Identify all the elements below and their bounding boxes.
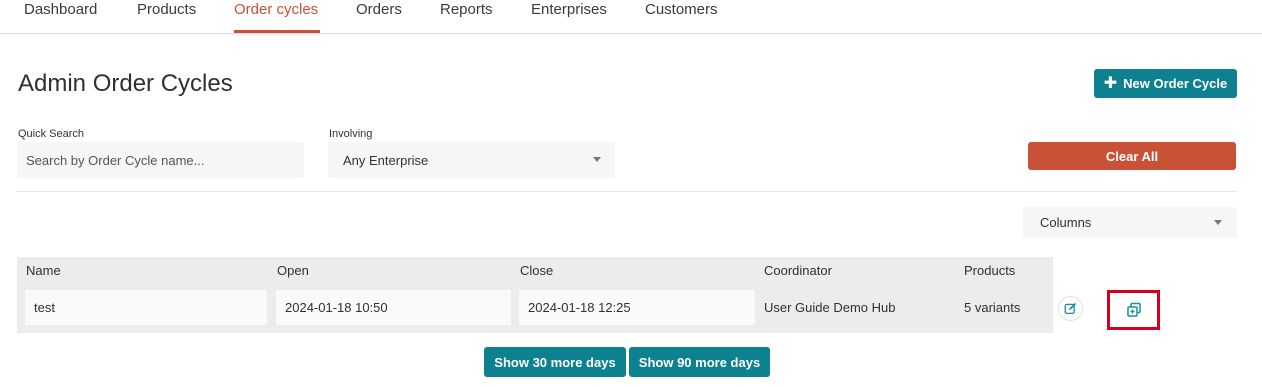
column-header-name: Name	[26, 263, 61, 278]
tab-enterprises[interactable]: Enterprises	[531, 1, 607, 18]
tab-orders[interactable]: Orders	[356, 1, 402, 18]
products-value[interactable]: 5 variants	[964, 300, 1020, 315]
top-navigation: Dashboard Products Order cycles Orders R…	[0, 0, 1262, 34]
close-date-input[interactable]: 2024-01-18 12:25	[519, 290, 755, 325]
active-tab-indicator	[234, 30, 320, 33]
columns-select[interactable]: Columns	[1023, 207, 1237, 238]
chevron-down-icon	[593, 157, 601, 162]
new-order-cycle-button[interactable]: ✚ New Order Cycle	[1094, 69, 1237, 98]
chevron-down-icon	[1214, 220, 1222, 225]
column-header-open: Open	[277, 263, 309, 278]
order-cycles-table: Name Open Close Coordinator Products tes…	[17, 257, 1053, 333]
involving-selected-value: Any Enterprise	[343, 152, 429, 168]
quick-search-input[interactable]	[17, 142, 304, 178]
divider	[17, 191, 1237, 192]
clone-icon	[1126, 302, 1141, 317]
column-header-close: Close	[520, 263, 554, 278]
order-cycle-name-input[interactable]: test	[25, 290, 267, 325]
tab-reports[interactable]: Reports	[440, 1, 493, 18]
tab-order-cycles[interactable]: Order cycles	[234, 1, 318, 18]
quick-search-label: Quick Search	[18, 128, 85, 140]
column-header-coordinator: Coordinator	[764, 263, 832, 278]
involving-label: Involving	[329, 128, 373, 140]
show-30-more-days-button[interactable]: Show 30 more days	[484, 347, 626, 377]
clone-button[interactable]	[1107, 290, 1160, 330]
new-order-cycle-label: New Order Cycle	[1123, 76, 1228, 91]
tab-products[interactable]: Products	[137, 1, 196, 18]
clear-all-button[interactable]: Clear All	[1028, 142, 1236, 170]
involving-select[interactable]: Any Enterprise	[328, 142, 615, 178]
show-90-more-days-button[interactable]: Show 90 more days	[629, 347, 770, 377]
coordinator-value: User Guide Demo Hub	[764, 300, 896, 315]
tab-dashboard[interactable]: Dashboard	[24, 1, 97, 18]
page-title: Admin Order Cycles	[18, 70, 233, 97]
columns-label: Columns	[1040, 215, 1092, 230]
plus-icon: ✚	[1103, 74, 1118, 92]
open-date-input[interactable]: 2024-01-18 10:50	[276, 290, 511, 325]
edit-icon	[1064, 302, 1077, 315]
tab-customers[interactable]: Customers	[645, 1, 718, 18]
column-header-products: Products	[964, 263, 1016, 278]
edit-button[interactable]	[1058, 296, 1083, 321]
